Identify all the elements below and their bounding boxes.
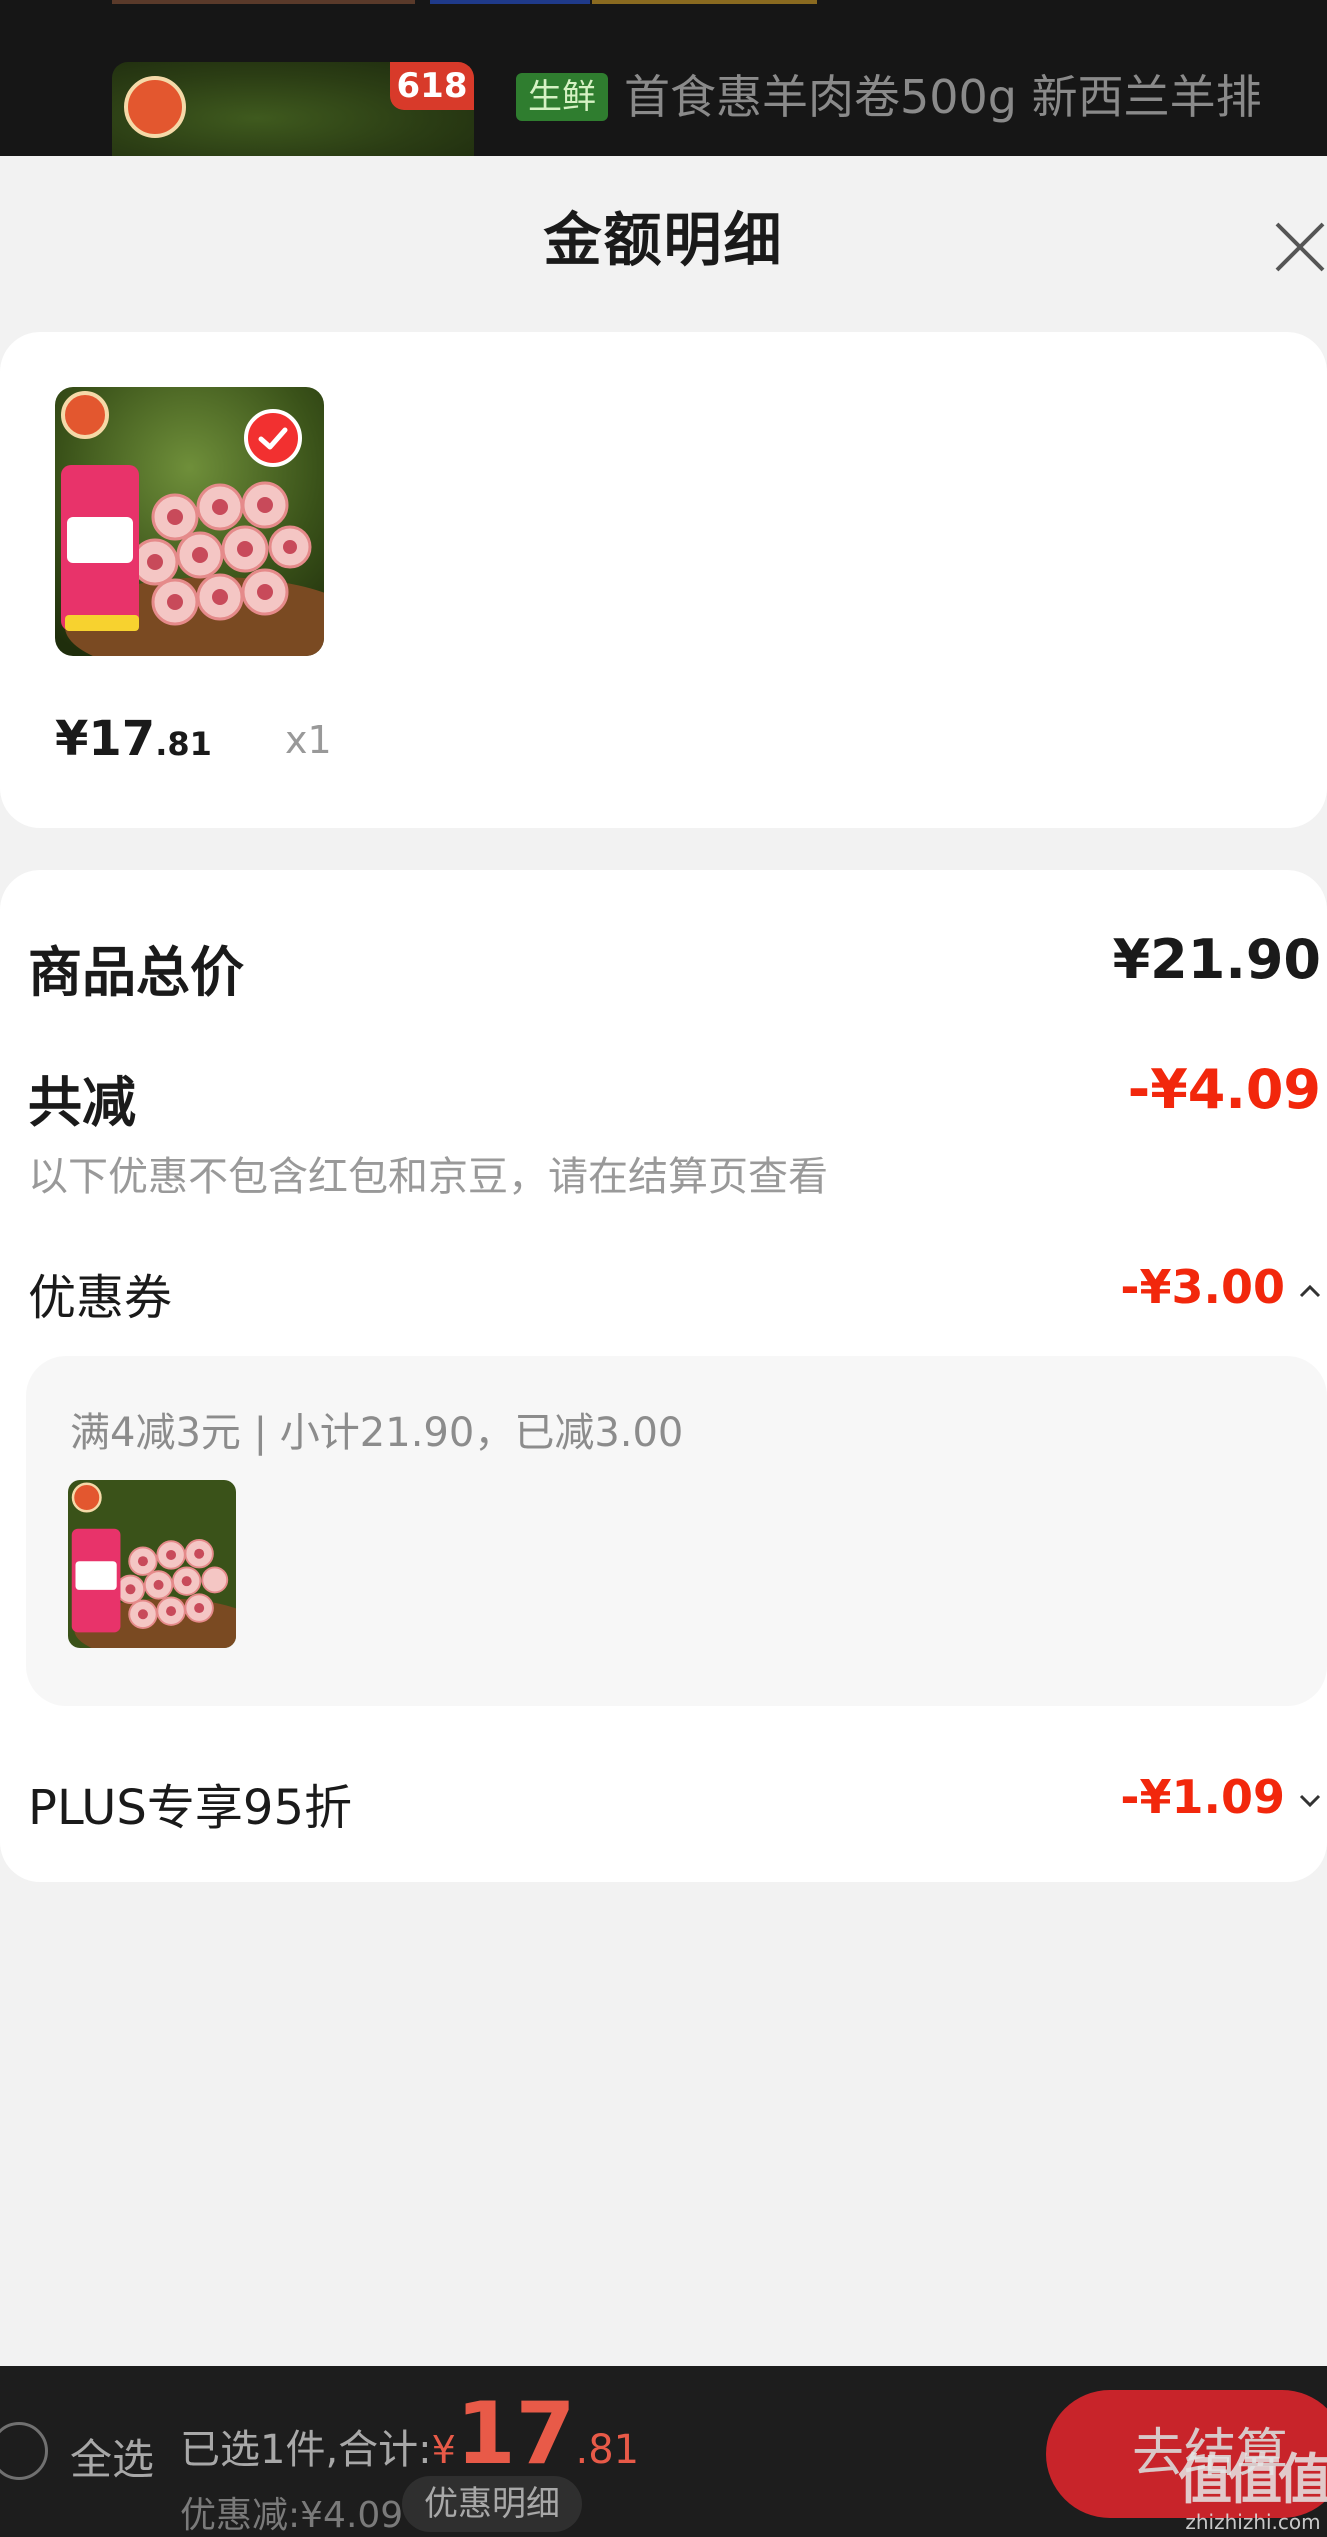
total-reduce-label: 共减 <box>28 1071 136 1134</box>
background-cart: 618 生鲜 首食惠羊肉卷500g 新西兰羊排 <box>0 0 1327 156</box>
watermark-logo: 值值值 <box>1178 2448 1327 2511</box>
sheet-title: 金额明细 <box>543 206 784 274</box>
category-tag: 生鲜 <box>516 73 608 121</box>
promo-badge: 618 <box>390 62 474 110</box>
chevron-down-icon <box>1299 1794 1321 1807</box>
background-strip <box>592 0 817 4</box>
watermark-site: zhizhizhi.com <box>1185 2510 1321 2534</box>
product-price-int: ¥17 <box>55 711 156 767</box>
checkout-bar: 全选 已选1件,合计:¥17.81 优惠减:¥4.09 优惠明细 去结算 <box>0 2366 1327 2537</box>
coupon-product-image <box>68 1480 236 1648</box>
discount-note: 以下优惠不包含红包和京豆，请在结算页查看 <box>28 1154 828 1200</box>
plus-discount-value: -¥1.09 <box>1120 1770 1285 1824</box>
coupon-value-row[interactable]: -¥3.00 <box>1120 1260 1321 1314</box>
product-quantity: x1 <box>285 718 332 762</box>
coupon-label[interactable]: 优惠券 <box>28 1258 172 1328</box>
currency-symbol: ¥ <box>431 2428 456 2472</box>
selected-count-text: 已选1件,合计: <box>180 2427 432 2473</box>
total-reduce-value: -¥4.09 <box>1127 1058 1321 1121</box>
background-product-title: 首食惠羊肉卷500g 新西兰羊排 <box>624 70 1262 124</box>
close-icon[interactable] <box>1269 216 1327 278</box>
watermark: 值值值 zhizhizhi.com <box>1178 2448 1327 2535</box>
coupon-value: -¥3.00 <box>1120 1260 1285 1314</box>
total-amount-int: 17 <box>455 2384 576 2484</box>
background-strip <box>112 0 415 4</box>
total-amount-dec: .81 <box>575 2427 640 2473</box>
discount-detail-button[interactable]: 优惠明细 <box>402 2476 582 2532</box>
select-all-label[interactable]: 全选 <box>70 2426 154 2487</box>
product-price: ¥17.81 <box>55 711 212 767</box>
store-logo-icon <box>124 76 186 138</box>
coupon-detail-box: 满4减3元 | 小计21.90，已减3.00 <box>26 1356 1327 1706</box>
plus-discount-label[interactable]: PLUS专享95折 <box>28 1768 352 1838</box>
discount-amount: 优惠减:¥4.09 <box>180 2495 404 2536</box>
total-price-label: 商品总价 <box>28 941 244 1004</box>
total-price-value: ¥21.90 <box>1112 928 1321 991</box>
chevron-up-icon <box>1299 1284 1321 1297</box>
background-product-thumbnail: 618 <box>112 62 474 156</box>
select-all-radio[interactable] <box>0 2422 48 2480</box>
product-price-dec: .81 <box>155 725 212 763</box>
plus-discount-value-row[interactable]: -¥1.09 <box>1120 1770 1321 1824</box>
total-summary: 已选1件,合计:¥17.81 <box>180 2391 640 2480</box>
background-strip <box>430 0 590 4</box>
selected-check-icon[interactable] <box>244 409 302 467</box>
coupon-description: 满4减3元 | 小计21.90，已减3.00 <box>70 1410 684 1456</box>
